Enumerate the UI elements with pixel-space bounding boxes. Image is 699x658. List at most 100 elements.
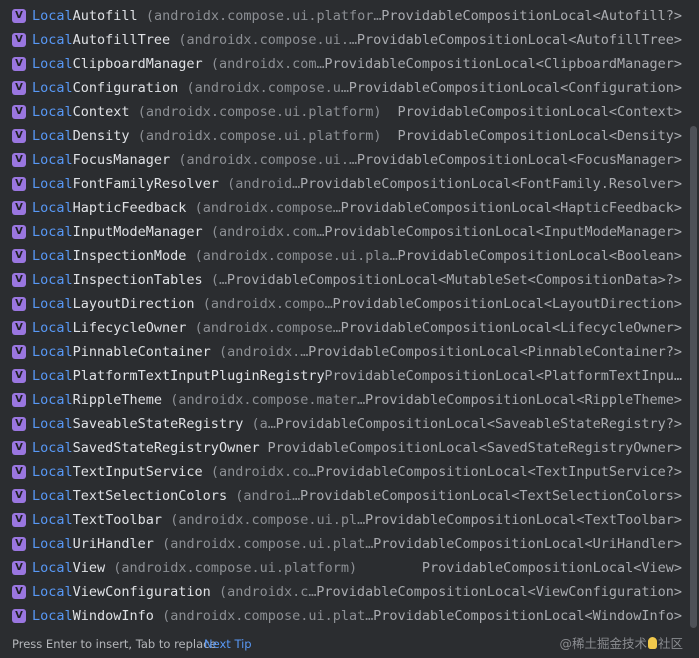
completion-item-name: LocalDensity (androidx.compose.ui.platfo… — [32, 124, 382, 148]
variable-icon: V — [12, 393, 26, 407]
match-highlight: Local — [32, 248, 73, 264]
match-highlight: Local — [32, 272, 73, 288]
variable-icon: V — [12, 537, 26, 551]
completion-item-name-rest: InspectionMode — [72, 248, 187, 264]
variable-icon: V — [12, 465, 26, 479]
completion-item-type: ProvidableCompositionLocal<AutofillTree> — [356, 28, 682, 52]
match-highlight: Local — [32, 224, 73, 240]
completion-item-name: LocalContext (androidx.compose.ui.platfo… — [32, 100, 382, 124]
completion-item-type: ProvidableCompositionLocal<TextInputServ… — [316, 460, 682, 484]
completion-list[interactable]: V LocalAutofill (androidx.compose.ui.plat… — [0, 4, 688, 628]
variable-icon: V — [12, 153, 26, 167]
completion-item-name-rest: ViewConfiguration — [72, 584, 211, 600]
next-tip-link[interactable]: Next Tip — [204, 630, 252, 658]
completion-item-name: LocalTextToolbar (androidx.compose.ui.pl… — [32, 508, 365, 532]
completion-item[interactable]: V LocalTextToolbar (androidx.compose.ui.p… — [0, 508, 688, 532]
completion-item[interactable]: V LocalLifecycleOwner (androidx.compose… P… — [0, 316, 688, 340]
completion-item-name: LocalLifecycleOwner (androidx.compose… — [32, 316, 341, 340]
match-highlight: Local — [32, 8, 73, 24]
completion-item[interactable]: V LocalFocusManager (androidx.compose.ui.… — [0, 148, 688, 172]
completion-item-name-rest: Configuration — [72, 80, 179, 96]
match-highlight: Local — [32, 56, 73, 72]
completion-item-name: LocalSaveableStateRegistry (a… — [32, 412, 276, 436]
completion-item-package: (androidx.compose.ui.… — [178, 152, 358, 168]
completion-item-type: ProvidableCompositionLocal<TextToolbar> — [365, 508, 682, 532]
completion-item[interactable]: V LocalAutofill (androidx.compose.ui.plat… — [0, 4, 688, 28]
completion-item[interactable]: V LocalHapticFeedback (androidx.compose… P… — [0, 196, 688, 220]
completion-item-name-rest: Density — [72, 128, 130, 144]
completion-item-package: (androidx.… — [218, 344, 309, 360]
completion-item-package: (android… — [227, 176, 301, 192]
completion-item-name: LocalRippleTheme (androidx.compose.mater… — [32, 388, 365, 412]
match-highlight: Local — [32, 464, 73, 480]
completion-item[interactable]: V LocalAutofillTree (androidx.compose.ui.… — [0, 28, 688, 52]
match-highlight: Local — [32, 200, 73, 216]
completion-item-type: ProvidableCompositionLocal<ClipboardMana… — [324, 52, 682, 76]
completion-item-type: ProvidableCompositionLocal<Boolean> — [397, 244, 682, 268]
completion-item-type: ProvidableCompositionLocal<HapticFeedbac… — [340, 196, 682, 220]
match-highlight: Local — [32, 152, 73, 168]
watermark-text-start: @稀土掘金技术 — [559, 636, 647, 651]
completion-item-type: ProvidableCompositionLocal<Density> — [397, 124, 682, 148]
watermark: @稀土掘金技术 社区 — [559, 630, 683, 658]
completion-item[interactable]: V LocalClipboardManager (androidx.com… Pro… — [0, 52, 688, 76]
completion-item[interactable]: V LocalPlatformTextInputPluginRegistry Pro… — [0, 364, 688, 388]
completion-item[interactable]: V LocalFontFamilyResolver (android… Provid… — [0, 172, 688, 196]
completion-item-package: (androidx.compose.ui.plat… — [162, 608, 374, 624]
completion-item[interactable]: V LocalConfiguration (androidx.compose.u…… — [0, 76, 688, 100]
completion-item-package: (androidx.compose.ui.… — [178, 32, 358, 48]
match-highlight: Local — [32, 536, 73, 552]
completion-item-name: LocalViewConfiguration (androidx.c… — [32, 580, 317, 604]
completion-item-name-rest: RippleTheme — [72, 392, 163, 408]
match-highlight: Local — [32, 584, 73, 600]
completion-item[interactable]: V LocalInspectionMode (androidx.compose.u… — [0, 244, 688, 268]
completion-item[interactable]: V LocalViewConfiguration (androidx.c… Prov… — [0, 580, 688, 604]
completion-item[interactable]: V LocalInputModeManager (androidx.com… Pro… — [0, 220, 688, 244]
completion-item[interactable]: V LocalUriHandler (androidx.compose.ui.pl… — [0, 532, 688, 556]
completion-item-name-rest: SavedStateRegistryOwner — [72, 440, 260, 456]
completion-item-package: (androidx.compose.ui.pla… — [194, 248, 398, 264]
completion-item[interactable]: V LocalSaveableStateRegistry (a… Providabl… — [0, 412, 688, 436]
variable-icon: V — [12, 585, 26, 599]
completion-item[interactable]: V LocalView (androidx.compose.ui.platform… — [0, 556, 688, 580]
completion-item[interactable]: V LocalLayoutDirection (androidx.compo… Pr… — [0, 292, 688, 316]
completion-item-type: ProvidableCompositionLocal<Autofill?> — [381, 4, 682, 28]
completion-item-type: ProvidableCompositionLocal<SaveableState… — [275, 412, 682, 436]
completion-item-package: (androidx.compose… — [194, 200, 341, 216]
match-highlight: Local — [32, 320, 73, 336]
watermark-text-end: 社区 — [657, 636, 683, 651]
scrollbar-thumb[interactable] — [690, 126, 697, 628]
completion-item[interactable]: V LocalRippleTheme (androidx.compose.mate… — [0, 388, 688, 412]
variable-icon: V — [12, 273, 26, 287]
completion-item[interactable]: V LocalTextSelectionColors (androi… Provid… — [0, 484, 688, 508]
completion-item[interactable]: V LocalContext (androidx.compose.ui.platf… — [0, 100, 688, 124]
completion-item-type: ProvidableCompositionLocal<ViewConfigura… — [316, 580, 682, 604]
completion-item[interactable]: V LocalTextInputService (androidx.co… Prov… — [0, 460, 688, 484]
completion-item-name-rest: HapticFeedback — [72, 200, 187, 216]
completion-item[interactable]: V LocalInspectionTables (… ProvidableCompo… — [0, 268, 688, 292]
completion-item[interactable]: V LocalPinnableContainer (androidx.… Provi… — [0, 340, 688, 364]
completion-item[interactable]: V LocalSavedStateRegistryOwner ProvidableC… — [0, 436, 688, 460]
popup-footer: Press Enter to insert, Tab to replace Ne… — [0, 630, 699, 658]
match-highlight: Local — [32, 392, 73, 408]
completion-item-name-rest: Autofill — [72, 8, 138, 24]
completion-item-type: ProvidableCompositionLocal<UriHandler> — [373, 532, 682, 556]
variable-icon: V — [12, 201, 26, 215]
variable-icon: V — [12, 489, 26, 503]
variable-icon: V — [12, 297, 26, 311]
variable-icon: V — [12, 417, 26, 431]
variable-icon: V — [12, 441, 26, 455]
lightbulb-icon — [647, 637, 657, 649]
completion-item-name: LocalPinnableContainer (androidx.… — [32, 340, 308, 364]
completion-item-name: LocalInputModeManager (androidx.com… — [32, 220, 325, 244]
completion-item-name-rest: AutofillTree — [72, 32, 171, 48]
variable-icon: V — [12, 105, 26, 119]
match-highlight: Local — [32, 488, 73, 504]
variable-icon: V — [12, 321, 26, 335]
completion-item[interactable]: V LocalDensity (androidx.compose.ui.platf… — [0, 124, 688, 148]
completion-item-name: LocalFontFamilyResolver (android… — [32, 172, 300, 196]
completion-item-package: (androidx.compose.ui.platform) — [137, 128, 382, 144]
completion-item-name-rest: TextToolbar — [72, 512, 163, 528]
completion-item[interactable]: V LocalWindowInfo (androidx.compose.ui.pl… — [0, 604, 688, 628]
variable-icon: V — [12, 177, 26, 191]
